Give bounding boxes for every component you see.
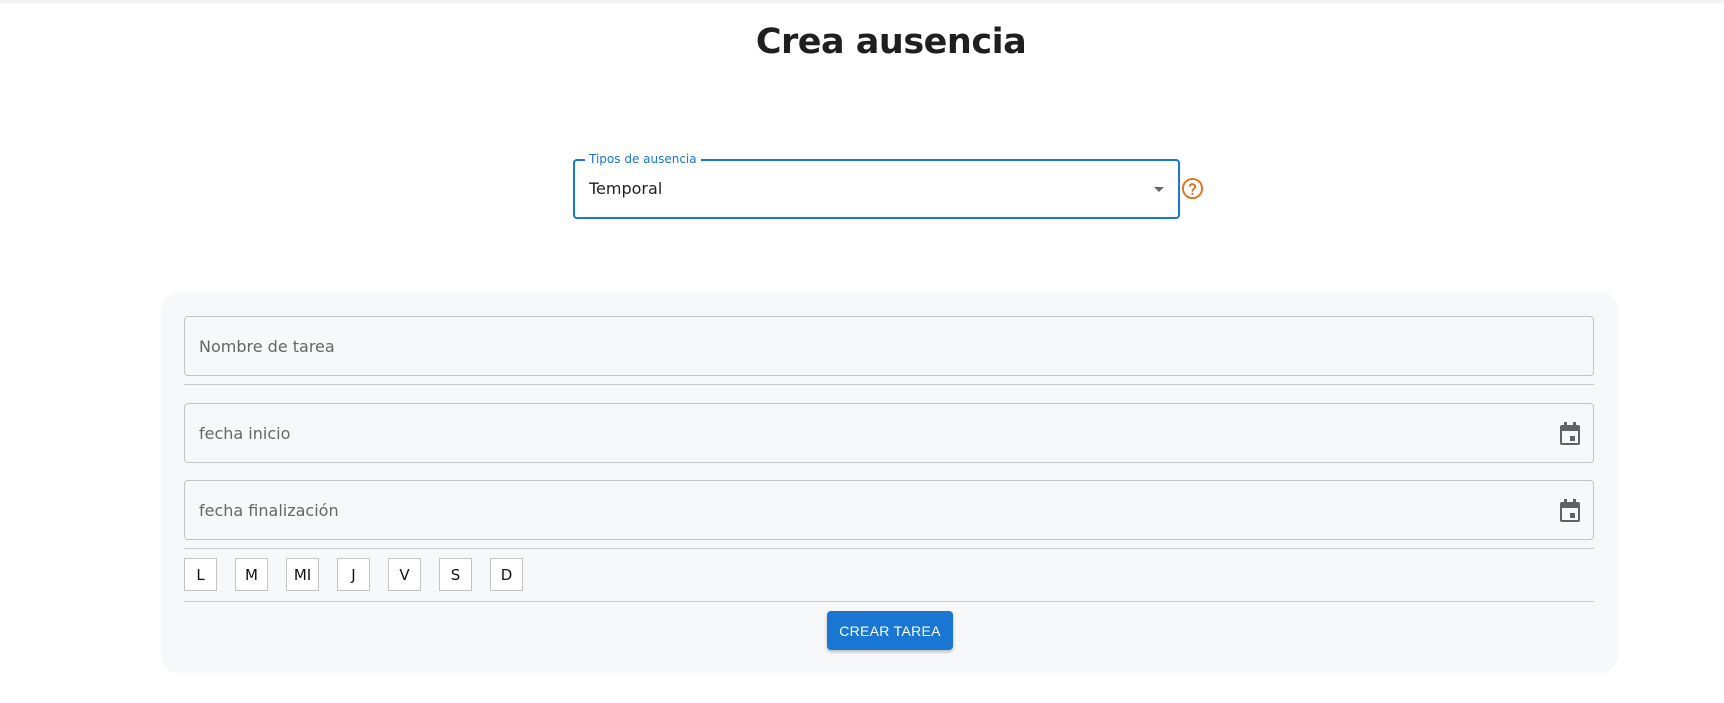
- calendar-icon[interactable]: [1559, 499, 1581, 523]
- end-date-input[interactable]: fecha finalización: [184, 480, 1594, 540]
- day-toggle-s[interactable]: S: [439, 558, 472, 591]
- calendar-icon[interactable]: [1559, 422, 1581, 446]
- start-date-placeholder: fecha inicio: [199, 424, 291, 443]
- start-date-input[interactable]: fecha inicio: [184, 403, 1594, 463]
- day-toggle-m[interactable]: M: [235, 558, 268, 591]
- end-date-placeholder: fecha finalización: [199, 501, 339, 520]
- day-toggle-v[interactable]: V: [388, 558, 421, 591]
- day-toggle-d[interactable]: D: [490, 558, 523, 591]
- absence-type-select[interactable]: Tipos de ausencia Temporal: [573, 151, 1180, 219]
- page-title: Crea ausencia: [755, 22, 1027, 62]
- divider: [184, 601, 1594, 602]
- top-rule: [0, 0, 1724, 3]
- day-toggle-mi[interactable]: MI: [286, 558, 319, 591]
- divider: [184, 384, 1594, 385]
- day-toggle-j[interactable]: J: [337, 558, 370, 591]
- task-name-input[interactable]: Nombre de tarea: [184, 316, 1594, 376]
- task-form-panel: Nombre de tarea fecha inicio fecha final…: [161, 292, 1618, 673]
- absence-type-label: Tipos de ausencia: [585, 151, 701, 167]
- task-name-placeholder: Nombre de tarea: [199, 337, 335, 356]
- divider: [184, 548, 1594, 549]
- create-task-button[interactable]: CREAR TAREA: [827, 611, 953, 650]
- help-circle-icon[interactable]: [1181, 177, 1204, 200]
- day-toggle-l[interactable]: L: [184, 558, 217, 591]
- chevron-down-icon: [1154, 187, 1164, 192]
- absence-type-value: Temporal: [589, 179, 663, 198]
